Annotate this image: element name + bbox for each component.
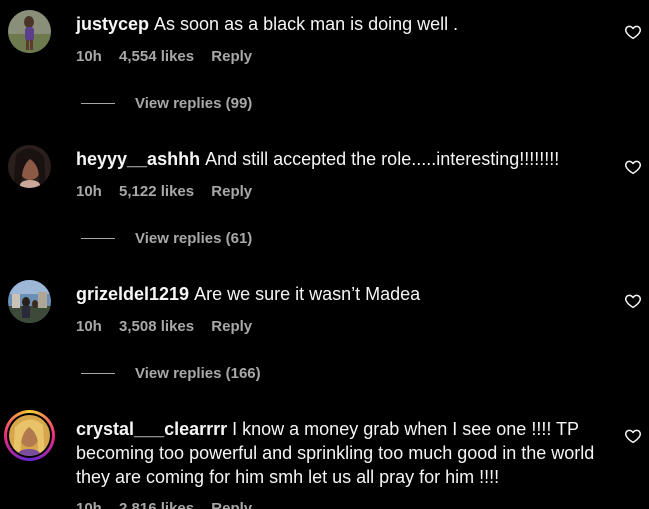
avatar[interactable]: [8, 280, 51, 323]
comment-body: grizeldel1219 Are we sure it wasn’t Madea: [76, 282, 596, 306]
view-replies-button[interactable]: View replies (99): [81, 95, 252, 112]
heart-outline-icon[interactable]: [624, 158, 642, 176]
comment-meta: 10h 4,554 likes Reply: [76, 48, 265, 65]
comment-meta: 10h 3,508 likes Reply: [76, 318, 265, 335]
comment-time[interactable]: 10h: [76, 183, 102, 200]
comment-body: heyyy__ashhh And still accepted the role.…: [76, 147, 596, 171]
heart-outline-icon[interactable]: [624, 292, 642, 310]
comment-username[interactable]: grizeldel1219: [76, 284, 189, 304]
view-replies-label: View replies (99): [135, 95, 253, 112]
comment-text: And still accepted the role.....interest…: [205, 149, 560, 169]
comment-body: crystal___clearrrr I know a money grab wh…: [76, 417, 596, 489]
avatar[interactable]: [4, 410, 55, 461]
comment-time[interactable]: 10h: [76, 318, 102, 335]
comment-username[interactable]: justycep: [76, 14, 149, 34]
avatar[interactable]: [8, 10, 51, 53]
avatar[interactable]: [8, 145, 51, 188]
comment-text: Are we sure it wasn’t Madea: [194, 284, 421, 304]
view-replies-button[interactable]: View replies (166): [81, 365, 261, 382]
comment-body: justycep As soon as a black man is doing …: [76, 12, 596, 36]
reply-button[interactable]: Reply: [211, 48, 252, 65]
view-replies-label: View replies (61): [135, 230, 253, 247]
comment-likes[interactable]: 3,508 likes: [119, 318, 194, 335]
comment-likes[interactable]: 4,554 likes: [119, 48, 194, 65]
comment-likes[interactable]: 5,122 likes: [119, 183, 194, 200]
view-replies-label: View replies (166): [135, 365, 261, 382]
comment-time[interactable]: 10h: [76, 48, 102, 65]
comment-time[interactable]: 10h: [76, 500, 102, 509]
divider-line: [81, 373, 115, 374]
comment-likes[interactable]: 2,816 likes: [119, 500, 194, 509]
comment-meta: 10h 5,122 likes Reply: [76, 183, 265, 200]
divider-line: [81, 103, 115, 104]
view-replies-button[interactable]: View replies (61): [81, 230, 252, 247]
divider-line: [81, 238, 115, 239]
reply-button[interactable]: Reply: [211, 183, 252, 200]
reply-button[interactable]: Reply: [211, 500, 252, 509]
heart-outline-icon[interactable]: [624, 427, 642, 445]
heart-outline-icon[interactable]: [624, 23, 642, 41]
comment-username[interactable]: heyyy__ashhh: [76, 149, 200, 169]
reply-button[interactable]: Reply: [211, 318, 252, 335]
comment-text: As soon as a black man is doing well .: [154, 14, 459, 34]
comment-meta: 10h 2,816 likes Reply: [76, 500, 265, 509]
comment-username[interactable]: crystal___clearrrr: [76, 419, 227, 439]
